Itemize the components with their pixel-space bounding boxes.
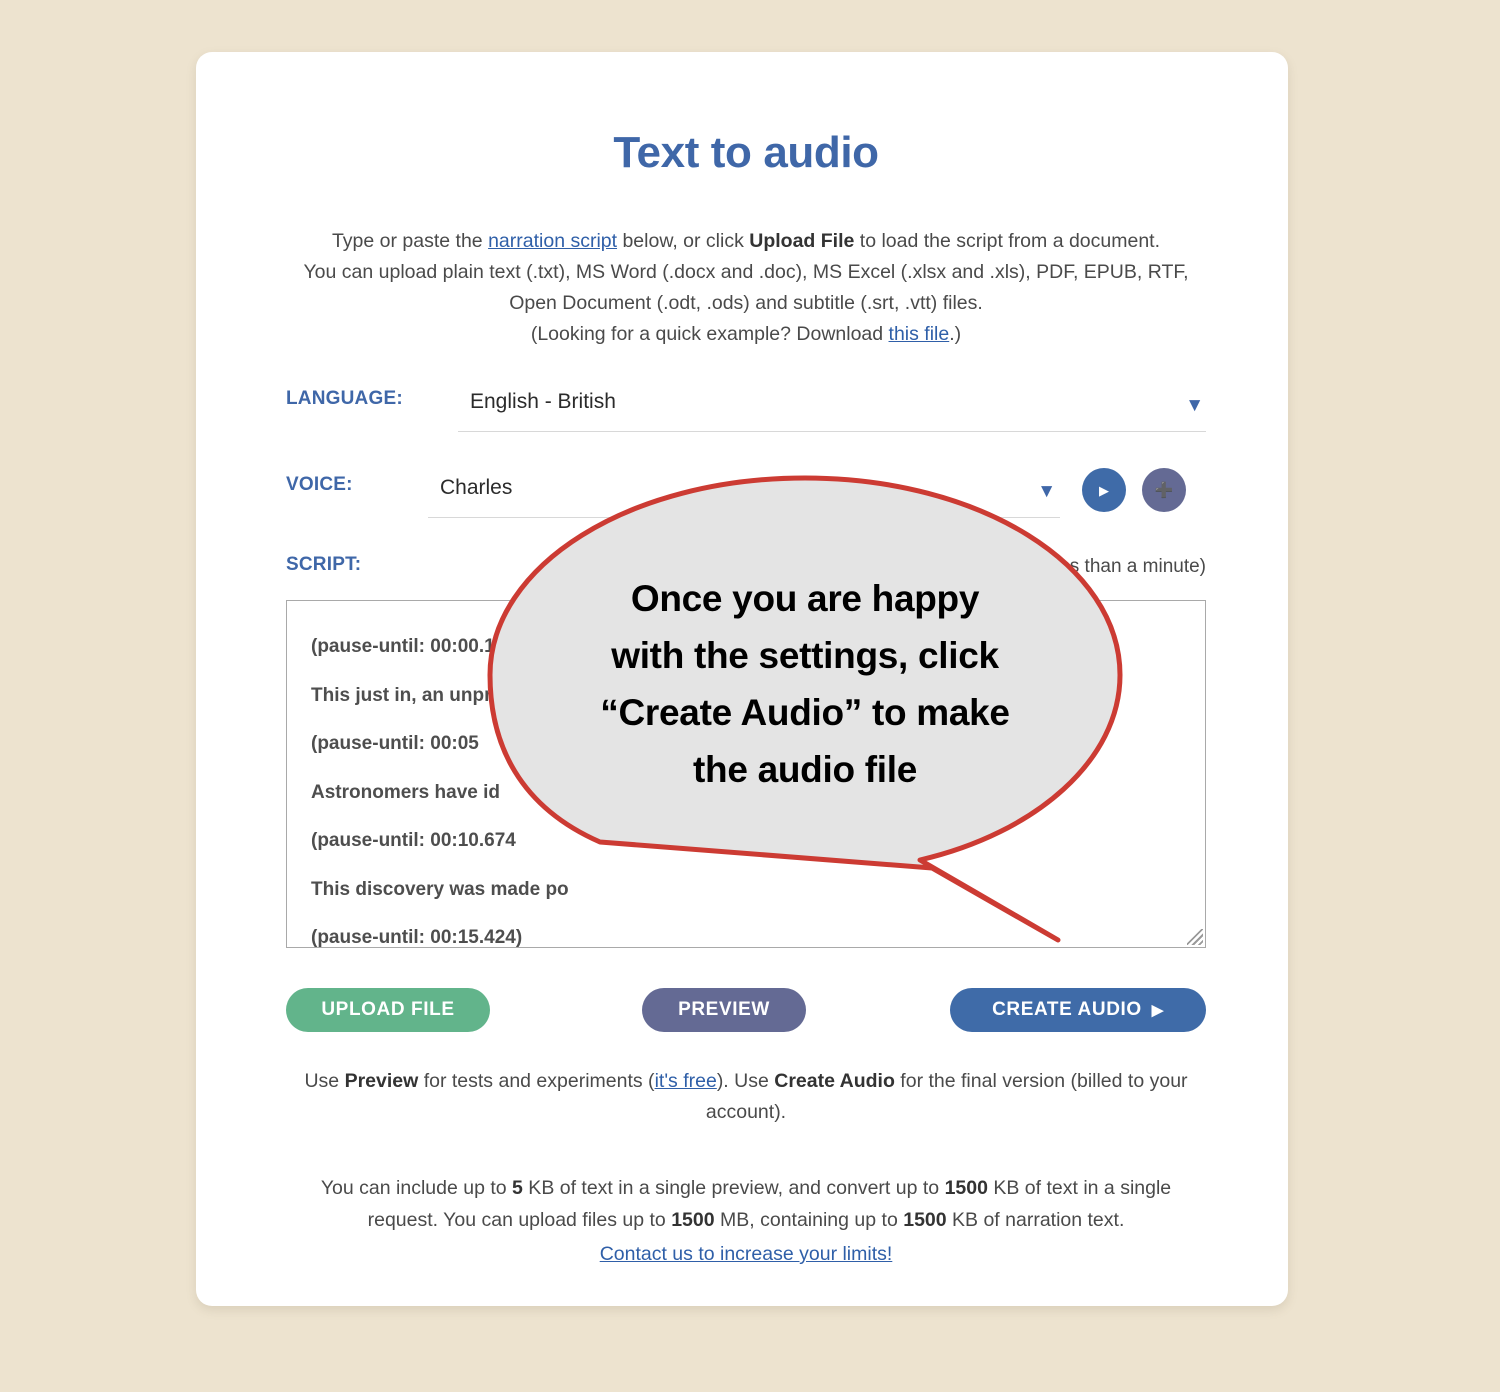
- callout-line-1: Once you are happy: [630, 578, 980, 619]
- callout-line-2: with the settings, click: [611, 635, 999, 676]
- callout-line-3: “Create Audio” to make: [600, 692, 1010, 733]
- intro-line-1: Type or paste the narration script below…: [331, 230, 1161, 252]
- upload-file-label: UPLOAD FILE: [321, 999, 455, 1020]
- resize-grip-icon[interactable]: [1187, 929, 1203, 945]
- intro-line-3: Open Document (.odt, .ods) and subtitle …: [509, 292, 983, 314]
- limits-paragraph: You can include up to 5 KB of text in a …: [286, 1172, 1206, 1270]
- language-select[interactable]: English - British ▼: [458, 386, 1206, 432]
- chevron-down-icon: ▼: [1185, 395, 1204, 416]
- intro-line-4: (Looking for a quick example? Download t…: [530, 323, 962, 345]
- language-row: LANGUAGE: English - British ▼: [286, 380, 1206, 432]
- tooltip-callout: Once you are happy with the settings, cl…: [480, 470, 1130, 970]
- language-value: English - British: [470, 390, 616, 413]
- add-voice-button[interactable]: ➕: [1142, 468, 1186, 512]
- contact-us-link[interactable]: Contact us to increase your limits!: [286, 1238, 1206, 1270]
- intro-paragraph: Type or paste the narration script below…: [286, 226, 1206, 350]
- preview-label: PREVIEW: [678, 999, 770, 1020]
- language-label: LANGUAGE:: [286, 388, 403, 409]
- app-page: Text to audio Type or paste the narratio…: [0, 0, 1500, 1392]
- plus-icon: ➕: [1154, 481, 1174, 499]
- action-buttons: UPLOAD FILE PREVIEW CREATE AUDIO ▶: [286, 988, 1206, 1032]
- callout-text: Once you are happy with the settings, cl…: [540, 570, 1070, 798]
- narration-script-link[interactable]: narration script: [488, 230, 617, 252]
- upload-file-button[interactable]: UPLOAD FILE: [286, 988, 490, 1032]
- intro-line-2: You can upload plain text (.txt), MS Wor…: [303, 261, 1189, 283]
- create-audio-label: CREATE AUDIO: [992, 999, 1142, 1020]
- usage-note: Use Preview for tests and experiments (i…: [304, 1070, 1188, 1123]
- create-audio-button[interactable]: CREATE AUDIO ▶: [950, 988, 1206, 1032]
- preview-button[interactable]: PREVIEW: [642, 988, 806, 1032]
- play-icon: ▶: [1151, 1002, 1164, 1019]
- voice-label: VOICE:: [286, 474, 353, 495]
- callout-line-4: the audio file: [693, 749, 917, 790]
- example-file-link[interactable]: this file: [889, 323, 950, 345]
- script-label: SCRIPT:: [286, 554, 362, 575]
- its-free-link[interactable]: it's free: [655, 1070, 717, 1092]
- page-title: Text to audio: [613, 128, 879, 177]
